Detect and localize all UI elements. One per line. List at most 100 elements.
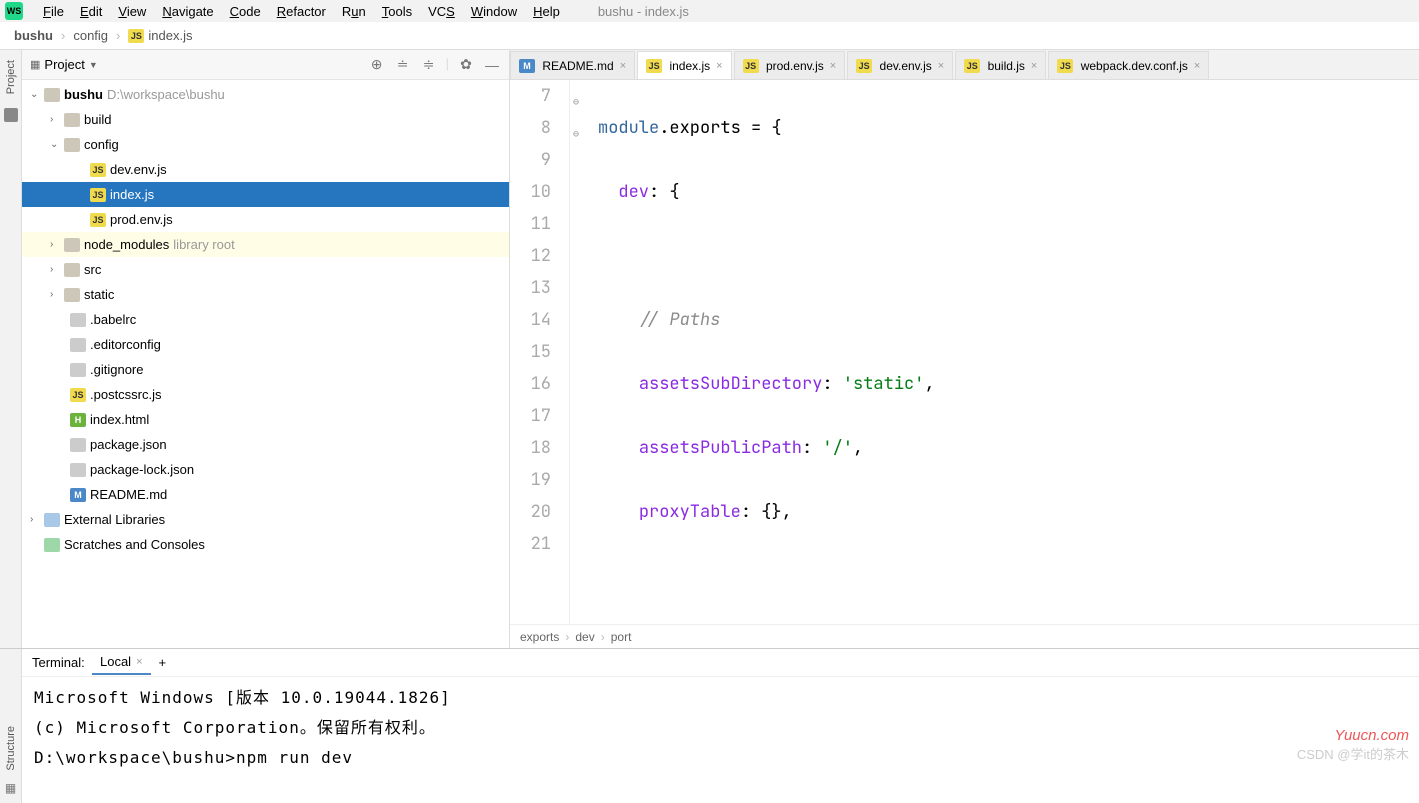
menu-code[interactable]: Code xyxy=(222,4,269,19)
tree-babelrc[interactable]: .babelrc xyxy=(22,307,509,332)
tab-readme[interactable]: M README.md× xyxy=(510,51,635,79)
library-icon xyxy=(44,513,60,527)
html-icon: H xyxy=(70,413,86,427)
crumb-exports[interactable]: exports xyxy=(520,630,559,644)
gear-icon[interactable]: ✿ xyxy=(457,56,475,74)
js-icon: JS xyxy=(856,59,872,73)
menu-edit[interactable]: Edit xyxy=(72,4,110,19)
menu-vcs[interactable]: VCS xyxy=(420,4,463,19)
tree-root[interactable]: ⌄bushuD:\workspace\bushu xyxy=(22,82,509,107)
js-icon: JS xyxy=(90,188,106,202)
tree-package[interactable]: package.json xyxy=(22,432,509,457)
crumb-root[interactable]: bushu xyxy=(10,26,57,45)
hide-icon[interactable]: — xyxy=(483,56,501,74)
tree-editorconfig[interactable]: .editorconfig xyxy=(22,332,509,357)
tree-node-modules[interactable]: ›node_moduleslibrary root xyxy=(22,232,509,257)
line-gutter: 789101112131415161718192021 xyxy=(510,80,570,624)
crumb-dev[interactable]: dev xyxy=(575,630,594,644)
menu-refactor[interactable]: Refactor xyxy=(269,4,334,19)
close-icon[interactable]: × xyxy=(1031,60,1037,72)
tree-index-html[interactable]: Hindex.html xyxy=(22,407,509,432)
tab-build-js[interactable]: JS build.js× xyxy=(955,51,1046,79)
close-icon[interactable]: × xyxy=(136,656,142,668)
tree-src[interactable]: ›src xyxy=(22,257,509,282)
crumb-file[interactable]: JSindex.js xyxy=(124,26,196,45)
project-tree[interactable]: ⌄bushuD:\workspace\bushu ›build ⌄config … xyxy=(22,80,509,648)
editor-breadcrumb: exports› dev› port xyxy=(510,624,1419,648)
close-icon[interactable]: × xyxy=(830,60,836,72)
js-icon: JS xyxy=(1057,59,1073,73)
tree-config[interactable]: ⌄config xyxy=(22,132,509,157)
expand-icon[interactable]: ≐ xyxy=(394,56,412,74)
js-icon: JS xyxy=(70,388,86,402)
tree-build[interactable]: ›build xyxy=(22,107,509,132)
rail-square-icon[interactable]: ▦ xyxy=(5,781,16,795)
file-icon xyxy=(70,363,86,377)
project-title[interactable]: ▦ Project ▼ xyxy=(30,57,368,72)
rail-project[interactable]: Project xyxy=(5,60,17,94)
terminal-tab-local[interactable]: Local× xyxy=(92,650,151,675)
js-icon: JS xyxy=(90,163,106,177)
project-panel: ▦ Project ▼ ⊕ ≐ ≑ | ✿ — ⌄bushuD:\workspa… xyxy=(22,50,510,648)
tree-index-js[interactable]: JSindex.js xyxy=(22,182,509,207)
tree-gitignore[interactable]: .gitignore xyxy=(22,357,509,382)
rail-structure[interactable]: Structure xyxy=(5,726,17,771)
tab-index-js[interactable]: JS index.js× xyxy=(637,51,731,79)
file-icon xyxy=(70,313,86,327)
menu-tools[interactable]: Tools xyxy=(374,4,420,19)
fold-icon[interactable]: ⊖ xyxy=(573,86,579,118)
rail-icon[interactable] xyxy=(4,108,18,122)
close-icon[interactable]: × xyxy=(716,60,722,72)
tree-package-lock[interactable]: package-lock.json xyxy=(22,457,509,482)
chevron-down-icon: ▼ xyxy=(89,60,98,70)
code-editor[interactable]: 789101112131415161718192021 ⊖ ⊖ module.e… xyxy=(510,80,1419,624)
locate-icon[interactable]: ⊕ xyxy=(368,56,386,74)
menu-window[interactable]: Window xyxy=(463,4,525,19)
fold-icon[interactable]: ⊖ xyxy=(573,118,579,150)
crumb-port[interactable]: port xyxy=(611,630,632,644)
close-icon[interactable]: × xyxy=(620,60,626,72)
breadcrumb: bushu › config › JSindex.js xyxy=(0,22,1419,50)
tree-static[interactable]: ›static xyxy=(22,282,509,307)
folder-icon xyxy=(64,238,80,252)
terminal-label: Terminal: xyxy=(32,655,85,670)
tab-webpack[interactable]: JS webpack.dev.conf.js× xyxy=(1048,51,1209,79)
json-icon xyxy=(70,438,86,452)
menu-bar: WS File Edit View Navigate Code Refactor… xyxy=(0,0,1419,22)
folder-icon xyxy=(64,263,80,277)
menu-view[interactable]: View xyxy=(110,4,154,19)
scratch-icon xyxy=(44,538,60,552)
tab-prod-env[interactable]: JS prod.env.js× xyxy=(734,51,846,79)
terminal-panel: Structure ▦ Terminal: Local× + Microsoft… xyxy=(0,648,1419,803)
crumb-folder[interactable]: config xyxy=(69,26,112,45)
menu-navigate[interactable]: Navigate xyxy=(154,4,221,19)
app-icon: WS xyxy=(5,2,23,20)
terminal-output[interactable]: Microsoft Windows [版本 10.0.19044.1826](c… xyxy=(22,677,1419,803)
tree-scratches[interactable]: Scratches and Consoles xyxy=(22,532,509,557)
tree-prod-env[interactable]: JSprod.env.js xyxy=(22,207,509,232)
window-title: bushu - index.js xyxy=(598,4,689,19)
js-icon: JS xyxy=(90,213,106,227)
menu-file[interactable]: File xyxy=(35,4,72,19)
terminal-tabs: Terminal: Local× + xyxy=(22,649,1419,677)
folder-icon xyxy=(44,88,60,102)
collapse-icon[interactable]: ≑ xyxy=(420,56,438,74)
tab-dev-env[interactable]: JS dev.env.js× xyxy=(847,51,953,79)
terminal-add[interactable]: + xyxy=(151,651,175,674)
fold-column[interactable]: ⊖ ⊖ xyxy=(570,80,590,624)
tree-readme[interactable]: MREADME.md xyxy=(22,482,509,507)
project-icon: ▦ xyxy=(30,58,40,71)
tree-postcssrc[interactable]: JS.postcssrc.js xyxy=(22,382,509,407)
close-icon[interactable]: × xyxy=(938,60,944,72)
js-icon: JS xyxy=(646,59,662,73)
js-icon: JS xyxy=(128,29,144,43)
tree-ext-lib[interactable]: ›External Libraries xyxy=(22,507,509,532)
folder-icon xyxy=(64,113,80,127)
tree-dev-env[interactable]: JSdev.env.js xyxy=(22,157,509,182)
menu-run[interactable]: Run xyxy=(334,4,374,19)
folder-icon xyxy=(64,138,80,152)
close-icon[interactable]: × xyxy=(1194,60,1200,72)
code-body[interactable]: module.exports = { dev: { // Paths asset… xyxy=(590,80,1419,624)
menu-help[interactable]: Help xyxy=(525,4,568,19)
js-icon: JS xyxy=(743,59,759,73)
